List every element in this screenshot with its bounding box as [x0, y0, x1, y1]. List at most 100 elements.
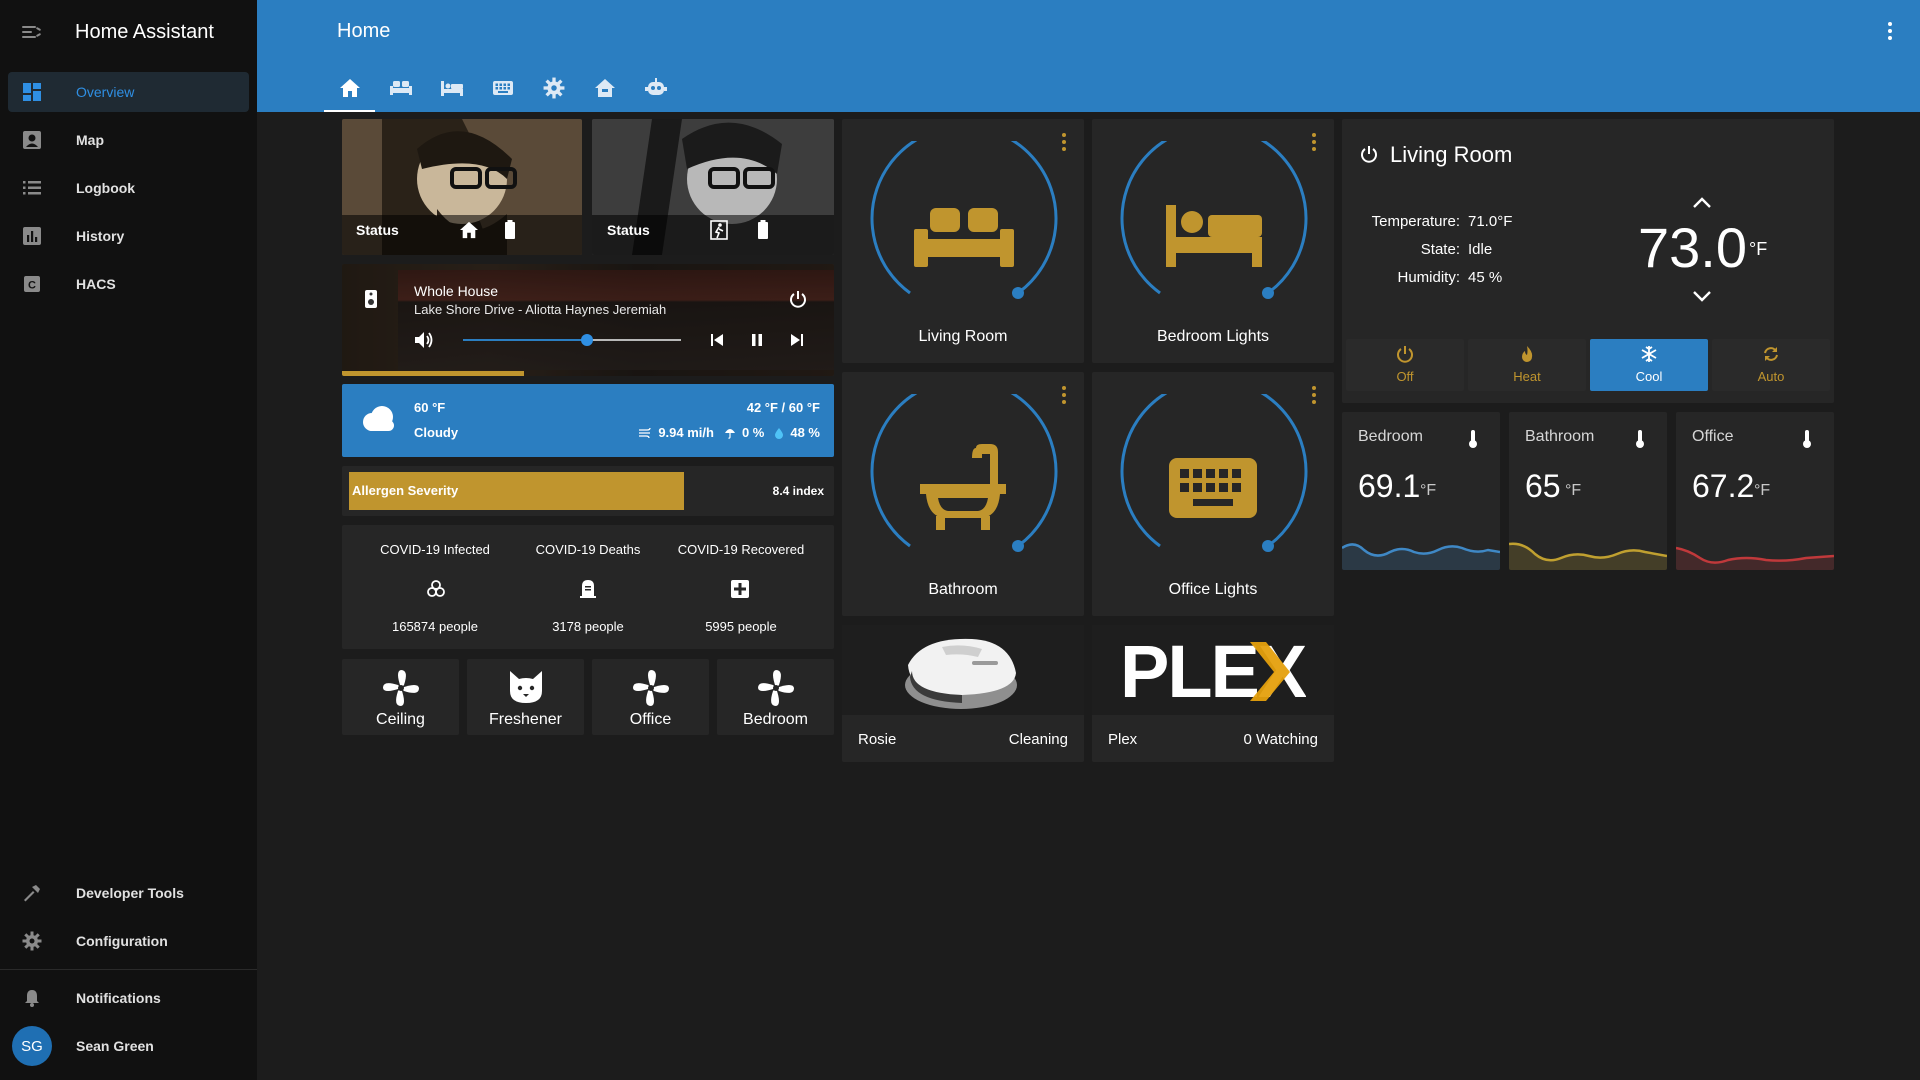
- snowflake-icon: [1641, 346, 1657, 362]
- sensor-name: Bathroom: [1525, 428, 1595, 445]
- pause-icon[interactable]: [749, 332, 765, 348]
- vacuum-card[interactable]: Rosie Cleaning: [842, 625, 1084, 762]
- light-card-bedroom[interactable]: Bedroom Lights: [1092, 119, 1334, 363]
- menu-icon[interactable]: [22, 22, 42, 42]
- sidebar-item-profile[interactable]: SG Sean Green: [8, 1026, 249, 1066]
- entity-button-ceiling[interactable]: Ceiling: [342, 659, 459, 735]
- sidebar-item-notifications[interactable]: Notifications: [8, 978, 249, 1018]
- sensor-card-office[interactable]: Office 67.2 °F: [1676, 412, 1834, 570]
- cat-icon: [509, 671, 542, 703]
- weather-card[interactable]: 60 °F Cloudy 42 °F / 60 °F 9.94 mi/h 0 %…: [342, 384, 834, 457]
- sidebar-item-label: Logbook: [76, 180, 136, 196]
- light-card-bathroom[interactable]: Bathroom: [842, 372, 1084, 616]
- weather-condition: Cloudy: [414, 425, 459, 440]
- picture-elements-card[interactable]: Status: [592, 119, 834, 255]
- light-card-office[interactable]: Office Lights: [1092, 372, 1334, 616]
- sensor-graph: [1342, 543, 1500, 570]
- picture-elements-card[interactable]: Status: [342, 119, 582, 255]
- volume-slider-track[interactable]: [463, 334, 681, 346]
- tab-settings[interactable]: [528, 64, 579, 112]
- hacs-icon: C: [22, 274, 42, 294]
- sidebar-item-logbook[interactable]: Logbook: [8, 168, 249, 208]
- volume-icon[interactable]: [414, 331, 434, 349]
- light-card-label: Living Room: [918, 328, 1008, 345]
- sidebar-item-label: Notifications: [76, 990, 161, 1006]
- sidebar-bottom: Developer Tools Configuration Notificati…: [0, 873, 257, 1080]
- speaker-icon: [365, 290, 377, 308]
- sidebar-item-configuration[interactable]: Configuration: [8, 921, 249, 961]
- tab-living-room[interactable]: [375, 64, 426, 112]
- entity-button-bedroom-fan[interactable]: Bedroom: [717, 659, 834, 735]
- more-vert-icon[interactable]: [1888, 22, 1892, 40]
- light-card-living-room[interactable]: Living Room: [842, 119, 1084, 363]
- mode-label: Heat: [1513, 369, 1541, 384]
- user-name: Sean Green: [76, 1038, 154, 1054]
- view-tabs: [324, 64, 681, 112]
- weather-high-low: 42 °F / 60 °F: [746, 400, 820, 415]
- humidity-label: Humidity:: [1397, 269, 1460, 286]
- sidebar-item-developer-tools[interactable]: Developer Tools: [8, 873, 249, 913]
- sidebar-item-hacs[interactable]: C HACS: [8, 264, 249, 304]
- keyboard-icon: [492, 81, 513, 95]
- exit-run-icon[interactable]: [710, 220, 728, 240]
- tab-house[interactable]: [579, 64, 630, 112]
- more-vert-icon[interactable]: [1062, 386, 1066, 404]
- medical-cross-icon[interactable]: [730, 579, 750, 599]
- entity-button-freshener[interactable]: Freshener: [467, 659, 584, 735]
- app-title: Home Assistant: [75, 20, 214, 43]
- fan-icon: [382, 670, 419, 706]
- more-vert-icon[interactable]: [1062, 133, 1066, 151]
- picture-status-label: Status: [607, 222, 650, 238]
- mode-cool-button[interactable]: Cool: [1590, 339, 1708, 391]
- mode-heat-button[interactable]: Heat: [1468, 339, 1586, 391]
- sidebar-item-map[interactable]: Map: [8, 120, 249, 160]
- tab-home[interactable]: [324, 64, 375, 112]
- chevron-up-icon[interactable]: [1692, 195, 1712, 209]
- power-icon[interactable]: [789, 290, 807, 308]
- plex-name: Plex: [1108, 731, 1138, 748]
- tab-bedroom[interactable]: [426, 64, 477, 112]
- chevron-down-icon[interactable]: [1692, 290, 1712, 304]
- sidebar-header: Home Assistant: [0, 0, 257, 64]
- more-vert-icon[interactable]: [1312, 133, 1316, 151]
- skip-previous-icon[interactable]: [709, 332, 725, 348]
- sensor-name: Bedroom: [1358, 428, 1423, 445]
- power-icon[interactable]: [1360, 145, 1378, 163]
- app-root: Home Assistant Overview Map Logbook Hist…: [0, 0, 1920, 1080]
- home-icon[interactable]: [459, 221, 479, 239]
- entity-button-office-fan[interactable]: Office: [592, 659, 709, 735]
- bed-icon: [440, 81, 463, 96]
- sensor-card-bedroom[interactable]: Bedroom 69.1 °F: [1342, 412, 1500, 570]
- plex-state: 0 Watching: [1243, 731, 1318, 748]
- sensor-value: 69.1: [1358, 468, 1421, 504]
- skip-next-icon[interactable]: [789, 332, 805, 348]
- sidebar-item-history[interactable]: History: [8, 216, 249, 256]
- plex-card[interactable]: PLEX Plex 0 Watching: [1092, 625, 1334, 762]
- volume-slider-fill: [463, 339, 588, 341]
- mode-off-button[interactable]: Off: [1346, 339, 1464, 391]
- mode-auto-button[interactable]: Auto: [1712, 339, 1830, 391]
- target-temperature: 73.0: [1638, 216, 1747, 279]
- light-card-label: Office Lights: [1168, 581, 1258, 598]
- allergen-bar-card[interactable]: Allergen Severity 8.4 index: [342, 466, 834, 516]
- sensor-card-bathroom[interactable]: Bathroom 65 °F: [1509, 412, 1667, 570]
- grave-icon[interactable]: [579, 579, 597, 599]
- sidebar-item-overview[interactable]: Overview: [8, 72, 249, 112]
- plex-logo: PLEX: [1120, 639, 1306, 703]
- sidebar-item-label: HACS: [76, 276, 116, 292]
- page-title: Home: [337, 20, 391, 42]
- sensor-value: 65: [1525, 468, 1561, 504]
- top-header: Home: [257, 0, 1920, 112]
- tab-office[interactable]: [477, 64, 528, 112]
- bathtub-icon: [920, 444, 1006, 530]
- sofa-icon: [389, 81, 412, 95]
- tab-robot[interactable]: [630, 64, 681, 112]
- picture-status-label: Status: [356, 222, 399, 238]
- sidebar-nav: Overview Map Logbook History C HACS: [0, 72, 257, 304]
- hammer-icon: [22, 883, 42, 903]
- allergen-value: 8.4 index: [772, 484, 824, 498]
- sofa-icon: [914, 208, 1014, 267]
- more-vert-icon[interactable]: [1312, 386, 1316, 404]
- covid-stats-card: COVID-19 Infected COVID-19 Deaths COVID-…: [342, 525, 834, 649]
- biohazard-icon[interactable]: [426, 579, 446, 599]
